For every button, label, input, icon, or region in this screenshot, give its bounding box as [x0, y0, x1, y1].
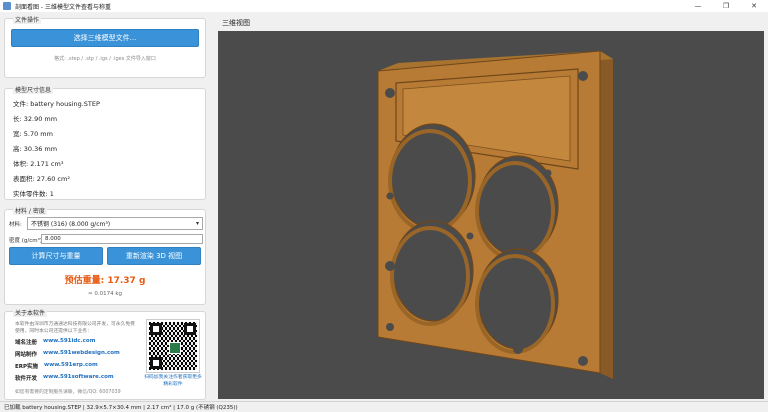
- link-591idc[interactable]: www.591idc.com: [43, 338, 95, 346]
- mount-hole: [386, 192, 394, 200]
- status-bar: 已加载 battery housing.STEP | 32.9×5.7×30.4…: [0, 401, 768, 412]
- info-area: 表面积: 27.60 cm²: [13, 175, 70, 183]
- info-length: 长: 32.90 mm: [13, 115, 58, 123]
- info-height: 高: 30.36 mm: [13, 145, 58, 153]
- link-591webdesign[interactable]: www.591webdesign.com: [43, 350, 120, 358]
- about-key: ERP实施: [15, 364, 39, 370]
- file-ops-title: 文件操作: [13, 15, 42, 24]
- chevron-down-icon: ▾: [195, 220, 199, 227]
- about-footer: 如您有需要的定制服务请联，微信/QQ: 6007039: [15, 390, 121, 395]
- minimize-button[interactable]: —: [684, 0, 712, 12]
- info-width: 宽: 5.70 mm: [13, 130, 53, 138]
- about-key: 软件开发: [15, 376, 38, 382]
- mount-hole: [544, 169, 552, 177]
- density-input[interactable]: 8.000: [41, 234, 203, 244]
- about-row-software: 软件开发 www.591software.com: [15, 374, 114, 382]
- qr-code-image: [146, 319, 200, 373]
- material-select[interactable]: 不锈钢 (316) (8.000 g/cm³) ▾: [27, 217, 203, 230]
- model-info-group: 模型尺寸信息 文件: battery housing.STEP 长: 32.90…: [4, 85, 206, 200]
- qr-finder: [150, 323, 162, 335]
- window-title: 剖面看图 - 三维模型文件查看与称重: [15, 3, 111, 11]
- model-info-title: 模型尺寸信息: [13, 85, 54, 94]
- title-bar: 剖面看图 - 三维模型文件查看与称重 — ❐ ✕: [0, 0, 768, 12]
- battery-housing-model: [377, 50, 613, 379]
- about-row-domain: 域名注册 www.591idc.com: [15, 338, 95, 346]
- rerender-3d-button[interactable]: 重新渲染 3D 视图: [107, 247, 201, 265]
- qr-finder: [150, 357, 162, 369]
- app-icon: [3, 2, 11, 10]
- density-label: 密度 (g/cm³):: [9, 238, 44, 244]
- estimated-weight-kg: ≈ 0.0174 kg: [87, 291, 123, 297]
- info-parts: 实体零件数: 1: [13, 190, 54, 198]
- qr-caption: 扫码加我关注作者获取更多 精彩软件: [144, 375, 202, 387]
- mount-hole: [513, 344, 523, 354]
- material-group: 材料 / 密度 材料: 不锈钢 (316) (8.000 g/cm³) ▾ 密度…: [4, 206, 206, 305]
- maximize-button[interactable]: ❐: [712, 0, 740, 12]
- about-title: 关于本软件: [13, 308, 48, 317]
- file-format-hint: 格式: .step / .stp / .igs / .iges 文件导入窗口: [54, 56, 156, 62]
- qr-logo: [169, 342, 181, 354]
- about-row-erp: ERP实施 www.591erp.com: [15, 362, 98, 370]
- info-file: 文件: battery housing.STEP: [13, 100, 100, 108]
- material-title: 材料 / 密度: [13, 206, 47, 215]
- mount-hole: [544, 267, 552, 275]
- about-key: 网站制作: [15, 352, 38, 358]
- material-label: 材料:: [9, 222, 22, 228]
- close-button[interactable]: ✕: [740, 0, 768, 12]
- viewport-title: 三维视图: [222, 19, 250, 27]
- about-row-website: 网站制作 www.591webdesign.com: [15, 350, 120, 358]
- info-volume: 体积: 2.171 cm³: [13, 160, 64, 168]
- qr-finder: [184, 323, 196, 335]
- link-591erp[interactable]: www.591erp.com: [44, 362, 98, 370]
- window-controls: — ❐ ✕: [684, 0, 768, 12]
- model-side-face: [600, 51, 613, 379]
- mount-hole: [386, 323, 394, 331]
- mount-hole: [385, 261, 395, 271]
- about-key: 域名注册: [15, 340, 38, 346]
- estimated-weight: 预估重量: 17.37 g: [64, 276, 146, 286]
- calculate-button[interactable]: 计算尺寸与重量: [9, 247, 103, 265]
- mount-hole: [466, 232, 474, 240]
- link-591software[interactable]: www.591software.com: [43, 374, 114, 382]
- left-panel: 文件操作 选择三维模型文件... 格式: .step / .stp / .igs…: [4, 13, 206, 400]
- mount-hole: [385, 88, 395, 98]
- select-model-button[interactable]: 选择三维模型文件...: [11, 29, 199, 47]
- mount-hole: [578, 356, 588, 366]
- about-description: 本软件由深圳市万通通达科技有限公司开发，可永久免费使用，同时本公司还提供以下业务…: [15, 322, 135, 334]
- mount-hole: [578, 71, 588, 81]
- 3d-viewport[interactable]: [218, 31, 764, 399]
- file-ops-group: 文件操作 选择三维模型文件... 格式: .step / .stp / .igs…: [4, 15, 206, 78]
- material-select-value: 不锈钢 (316) (8.000 g/cm³): [31, 221, 111, 228]
- about-group: 关于本软件 本软件由深圳市万通通达科技有限公司开发，可永久免费使用，同时本公司还…: [4, 308, 206, 400]
